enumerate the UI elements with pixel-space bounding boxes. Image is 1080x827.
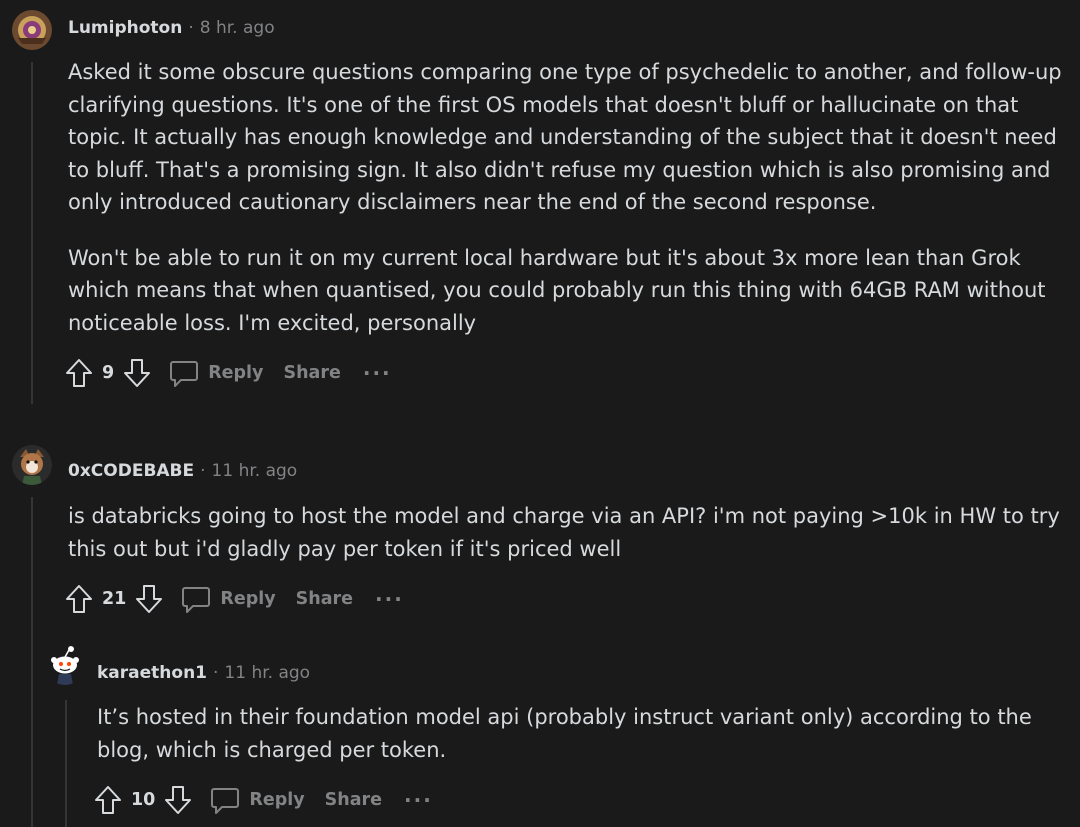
share-button[interactable]: Share [283, 363, 340, 383]
upvote-arrow-icon [66, 359, 92, 387]
thread-line-2[interactable] [31, 497, 33, 827]
comment-paragraph: is databricks going to host the model an… [68, 504, 1060, 561]
upvote-button[interactable] [93, 784, 123, 816]
more-options-icon[interactable]: ··· [404, 790, 433, 810]
separator-dot: · [188, 18, 194, 38]
downvote-button[interactable] [163, 784, 193, 816]
reply-button[interactable]: Reply [209, 784, 305, 816]
username[interactable]: karaethon1 [97, 663, 207, 683]
comment-body: It’s hosted in their foundation model ap… [97, 701, 1072, 766]
separator-dot: · [200, 461, 206, 481]
downvote-arrow-icon [124, 359, 151, 387]
avatar[interactable] [12, 445, 52, 485]
timestamp[interactable]: 11 hr. ago [224, 663, 310, 683]
comment-header: karaethon1 · 11 hr. ago [97, 663, 310, 683]
upvote-arrow-icon [66, 585, 92, 613]
share-button[interactable]: Share [325, 790, 382, 810]
reply-label: Reply [249, 790, 305, 810]
avatar[interactable] [45, 645, 85, 685]
speech-bubble-icon [211, 788, 240, 814]
timestamp[interactable]: 11 hr. ago [212, 461, 298, 481]
upvote-button[interactable] [64, 583, 94, 615]
reply-button[interactable]: Reply [180, 583, 276, 615]
more-options-icon[interactable]: ··· [375, 589, 404, 609]
comment-header: 0xCODEBABE · 11 hr. ago [68, 461, 297, 481]
speech-bubble-icon [170, 361, 199, 387]
thread-line-1[interactable] [31, 62, 33, 404]
comment-body: is databricks going to host the model an… [68, 500, 1068, 565]
comment-actions: 21 Reply Share ··· [64, 583, 404, 615]
reply-label: Reply [208, 363, 264, 383]
downvote-button[interactable] [134, 583, 164, 615]
upvote-button[interactable] [64, 357, 94, 389]
timestamp[interactable]: 8 hr. ago [200, 18, 275, 38]
comment-paragraph: Asked it some obscure questions comparin… [68, 60, 1062, 214]
downvote-arrow-icon [136, 585, 163, 613]
more-options-icon[interactable]: ··· [363, 363, 392, 383]
username[interactable]: Lumiphoton [68, 18, 182, 38]
speech-bubble-icon [182, 587, 211, 613]
avatar[interactable] [12, 10, 52, 50]
downvote-arrow-icon [165, 786, 192, 814]
thread-line-3[interactable] [65, 700, 67, 827]
avatar-image [12, 10, 52, 50]
comment-header: Lumiphoton · 8 hr. ago [68, 18, 275, 38]
username[interactable]: 0xCODEBABE [68, 461, 194, 481]
upvote-arrow-icon [95, 786, 121, 814]
vote-count: 10 [131, 790, 156, 810]
comment-body: Asked it some obscure questions comparin… [68, 56, 1068, 339]
reply-button[interactable]: Reply [168, 357, 263, 389]
comment-paragraph: Won't be able to run it on my current lo… [68, 245, 1046, 335]
reply-label: Reply [220, 589, 276, 609]
snoo-icon [45, 645, 85, 685]
comment-actions: 10 Reply Share ··· [93, 784, 433, 816]
comment-actions: 9 Reply Share ··· [64, 357, 392, 389]
separator-dot: · [213, 663, 219, 683]
share-button[interactable]: Share [296, 589, 353, 609]
comment-paragraph: It’s hosted in their foundation model ap… [97, 705, 1032, 762]
avatar-image [12, 445, 52, 485]
downvote-button[interactable] [122, 357, 152, 389]
vote-count: 21 [102, 589, 127, 609]
vote-count: 9 [102, 363, 115, 383]
